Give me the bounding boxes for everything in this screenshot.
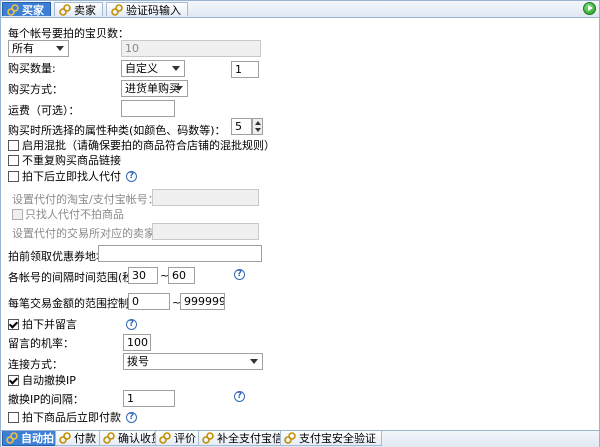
ip-interval-field[interactable]: 1	[123, 390, 175, 407]
help-icon[interactable]: ?	[126, 171, 137, 182]
shipping-label: 运费（可选）：	[8, 104, 80, 117]
accounts-count-field[interactable]: 10	[121, 40, 261, 57]
method-label: 购买方式：	[8, 83, 63, 96]
qty-select[interactable]: 自定义	[121, 60, 185, 77]
link-icon	[59, 432, 71, 444]
link-icon	[284, 432, 296, 444]
attr-field[interactable]: 5	[231, 118, 252, 135]
accounts-select[interactable]: 所有	[8, 40, 69, 57]
top-tab-bar: 买家 卖家 验证码输入	[1, 1, 599, 18]
tab-seller-label: 卖家	[74, 3, 96, 17]
tab-alipay-security-label: 支付宝安全验证	[299, 432, 376, 445]
tab-captcha[interactable]: 验证码输入	[106, 2, 188, 17]
tab-review[interactable]: 评价	[155, 431, 202, 446]
conn-label: 连接方式：	[8, 358, 63, 371]
proxy-only-label: 只找人代付不拍商品	[25, 208, 124, 221]
qty-label: 购买数量:	[8, 62, 56, 75]
autoip-checkbox[interactable]	[8, 375, 19, 386]
tab-payment[interactable]: 付款	[55, 431, 102, 446]
method-select[interactable]: 进货单购买	[121, 80, 188, 97]
link-icon	[6, 432, 18, 444]
coupon-field[interactable]	[98, 245, 262, 262]
link-icon	[59, 3, 71, 16]
method-select-value: 进货单购买	[125, 82, 180, 95]
qty-field[interactable]: 1	[231, 61, 259, 78]
accounts-label: 每个帐号要拍的宝贝数：	[8, 27, 129, 40]
accounts-select-value: 所有	[12, 42, 34, 55]
buyer-settings-panel: 每个帐号要拍的宝贝数： 所有 10 购买数量: 自定义 1 购买方式： 进货单购…	[1, 18, 599, 430]
tab-review-label: 评价	[174, 432, 196, 445]
interval-max-field[interactable]: 60	[168, 267, 195, 284]
pay-label: 拍下商品后立即付款	[22, 411, 121, 424]
qty-select-value: 自定义	[125, 62, 158, 75]
tab-auto-buy-label: 自动拍	[21, 432, 54, 445]
pay-checkbox[interactable]	[8, 412, 19, 423]
norepeat-checkbox[interactable]	[8, 155, 19, 166]
proxy-label: 拍下后立即找人代付	[22, 170, 121, 183]
tab-alipay-security[interactable]: 支付宝安全验证	[280, 431, 382, 446]
tab-seller[interactable]: 卖家	[54, 2, 103, 17]
help-icon[interactable]: ?	[126, 412, 137, 423]
mix-label: 启用混批（请确保要拍的商品符合店铺的混批规则）	[22, 139, 275, 152]
proxy-account-label: 设置代付的淘宝/支付宝帐号：	[12, 193, 159, 206]
proxy-account-field[interactable]	[152, 189, 259, 206]
help-icon[interactable]: ?	[234, 391, 245, 402]
attr-label: 购买时所选择的属性种类(如颜色、码数等)：	[8, 124, 226, 137]
msg-prob-label: 留言的机率：	[8, 337, 74, 350]
leave-msg-label: 拍下并留言	[22, 318, 77, 331]
chevron-down-icon	[172, 66, 180, 71]
proxy-checkbox[interactable]	[8, 171, 19, 182]
mix-checkbox[interactable]	[8, 140, 19, 151]
interval-min-field[interactable]: 30	[128, 267, 158, 284]
shipping-field[interactable]	[121, 100, 175, 117]
leave-msg-checkbox[interactable]	[8, 319, 19, 330]
tab-buyer-label: 买家	[22, 3, 44, 17]
conn-select[interactable]: 拨号	[123, 353, 263, 370]
proxy-wangwang-field[interactable]	[152, 223, 259, 240]
bottom-tab-bar: 自动拍 付款 确认收货 评价 补全支付宝信息 支付宝安全验证	[1, 430, 599, 447]
amount-min-field[interactable]: 0	[128, 293, 170, 310]
ip-interval-label: 撤换IP的间隔：	[8, 393, 84, 406]
msg-prob-field[interactable]: 100	[123, 334, 151, 351]
chevron-down-icon	[250, 359, 258, 364]
tab-payment-label: 付款	[74, 432, 96, 445]
link-icon	[7, 3, 19, 16]
chevron-down-icon	[56, 46, 64, 51]
link-icon	[159, 432, 171, 444]
link-icon	[202, 432, 214, 444]
norepeat-label: 不重复购买商品链接	[22, 154, 121, 167]
app-window: 买家 卖家 验证码输入 每个帐号要拍的宝贝数： 所有 10 购买数量: 自定义 …	[0, 0, 600, 447]
link-icon	[103, 432, 115, 444]
run-button[interactable]	[583, 2, 596, 15]
tab-auto-buy[interactable]: 自动拍	[2, 431, 60, 446]
attr-stepper[interactable]	[252, 118, 263, 135]
link-icon	[111, 3, 123, 16]
tab-buyer[interactable]: 买家	[2, 2, 51, 17]
conn-select-value: 拨号	[127, 355, 149, 368]
autoip-label: 自动撤换IP	[22, 374, 76, 387]
chevron-down-icon	[175, 86, 183, 91]
help-icon[interactable]: ?	[126, 319, 137, 330]
tab-captcha-label: 验证码输入	[126, 3, 181, 17]
proxy-only-checkbox[interactable]	[12, 209, 23, 220]
amount-max-field[interactable]: 9999999	[180, 293, 225, 310]
help-icon[interactable]: ?	[234, 269, 245, 280]
